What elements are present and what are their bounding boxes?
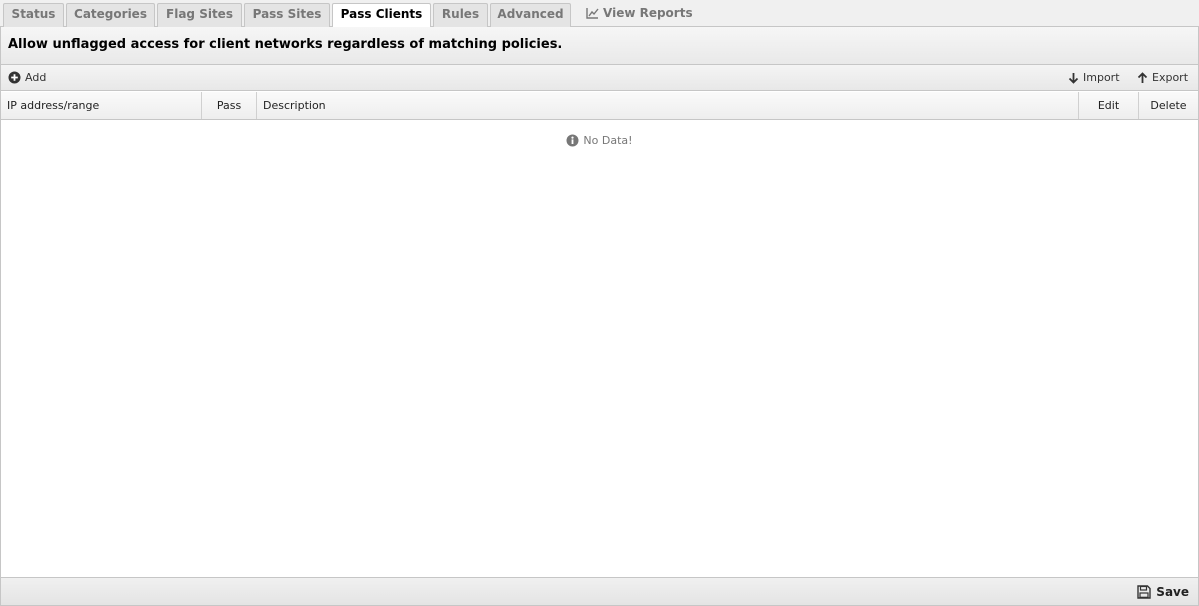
plus-circle-icon: [8, 71, 21, 84]
column-pass[interactable]: Pass: [202, 92, 257, 119]
export-button[interactable]: Export: [1137, 70, 1188, 86]
empty-state-text: No Data!: [583, 134, 633, 147]
export-button-label: Export: [1152, 71, 1189, 84]
grid-body: No Data!: [1, 120, 1198, 577]
footer-bar: Save: [1, 577, 1198, 605]
tab-pass-sites[interactable]: Pass Sites: [244, 3, 330, 27]
info-icon: [566, 134, 579, 147]
floppy-disk-icon: [1137, 585, 1151, 599]
tab-advanced[interactable]: Advanced: [490, 3, 571, 27]
panel-description: Allow unflagged access for client networ…: [8, 37, 563, 52]
column-description[interactable]: Description: [257, 92, 1079, 119]
tab-view-reports-label: View Reports: [603, 6, 693, 20]
grid-toolbar: Add Import Export: [1, 65, 1198, 91]
tab-flag-sites[interactable]: Flag Sites: [157, 3, 242, 27]
empty-state: No Data!: [1, 134, 1198, 147]
tab-view-reports[interactable]: View Reports: [586, 3, 696, 27]
import-button-label: Import: [1083, 71, 1120, 84]
line-chart-icon: [586, 5, 599, 25]
save-button-label: Save: [1156, 585, 1189, 599]
tab-status[interactable]: Status: [3, 3, 64, 27]
tab-rules[interactable]: Rules: [433, 3, 488, 27]
tab-bar: Status Categories Flag Sites Pass Sites …: [0, 0, 1199, 28]
column-ip-address-range[interactable]: IP address/range: [1, 92, 202, 119]
import-button[interactable]: Import: [1068, 70, 1120, 86]
grid-header: IP address/range Pass Description Edit D…: [1, 92, 1198, 120]
add-button-label: Add: [25, 71, 47, 84]
save-button[interactable]: Save: [1137, 584, 1189, 600]
column-delete[interactable]: Delete: [1139, 92, 1198, 119]
tab-categories[interactable]: Categories: [66, 3, 155, 27]
pass-clients-panel: Allow unflagged access for client networ…: [0, 27, 1199, 606]
column-edit[interactable]: Edit: [1079, 92, 1139, 119]
arrow-down-icon: [1068, 73, 1079, 84]
description-bar: Allow unflagged access for client networ…: [1, 27, 1198, 65]
tab-pass-clients[interactable]: Pass Clients: [332, 3, 431, 28]
arrow-up-icon: [1137, 72, 1148, 83]
add-button[interactable]: Add: [8, 70, 46, 86]
